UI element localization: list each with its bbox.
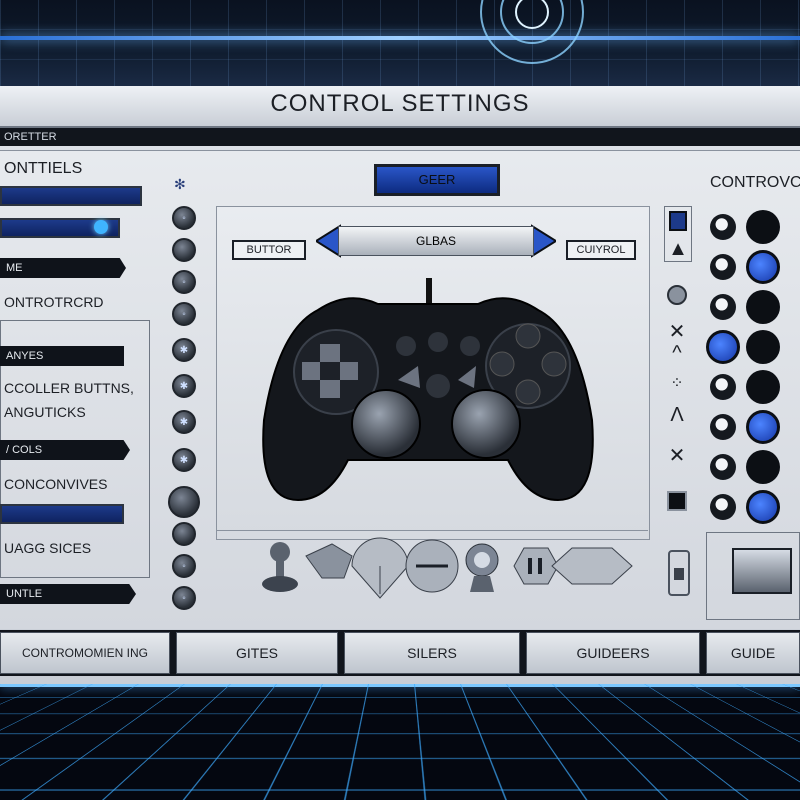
tab-silers[interactable]: SILERS bbox=[344, 632, 520, 674]
chevron-left-icon bbox=[316, 226, 340, 256]
menu-tag-anyes[interactable]: ANYES bbox=[0, 346, 124, 366]
layout-selector[interactable]: GLBAS bbox=[338, 226, 534, 256]
circle-button-3[interactable]: ◦ bbox=[172, 270, 196, 294]
divider bbox=[216, 530, 648, 531]
header-strip-label: ORETTER bbox=[4, 131, 57, 143]
left-slider-3[interactable] bbox=[0, 504, 124, 524]
left-line-3: ANGUTICKS bbox=[4, 404, 86, 420]
banner-glow-line bbox=[0, 36, 800, 40]
trigger-icon bbox=[306, 544, 352, 578]
chip-control-right[interactable]: CUIYROL bbox=[566, 240, 636, 260]
stop-icon[interactable] bbox=[664, 488, 690, 514]
tab-gites[interactable]: GITES bbox=[176, 632, 338, 674]
tab-controls-main[interactable]: CONTROMOMIEN ING bbox=[0, 632, 170, 674]
left-line-4: CONCONVIVES bbox=[4, 476, 107, 492]
option-button-2[interactable] bbox=[746, 250, 780, 284]
menu-tag-untle[interactable]: UNTLE bbox=[0, 584, 136, 604]
option-button-6[interactable] bbox=[746, 410, 780, 444]
header-strip bbox=[0, 128, 800, 146]
chip-button-left[interactable]: BUTTOR bbox=[232, 240, 306, 260]
circle-icon[interactable] bbox=[664, 282, 690, 308]
circle-button-1[interactable]: ◦ bbox=[172, 206, 196, 230]
stick-preview-icon bbox=[732, 548, 792, 594]
sensor-icon bbox=[466, 544, 498, 592]
page-title: CONTROL SETTINGS bbox=[0, 90, 800, 118]
option-button-4[interactable] bbox=[746, 330, 780, 364]
triangle-icon[interactable]: ▲ bbox=[665, 236, 691, 262]
circle-button-9[interactable] bbox=[168, 486, 200, 518]
toggle-dot-1[interactable] bbox=[710, 214, 736, 240]
option-button-3[interactable] bbox=[746, 290, 780, 324]
left-line-5: UAGG SICES bbox=[4, 540, 91, 556]
option-button-8[interactable] bbox=[746, 490, 780, 524]
circle-button-6[interactable]: ✱ bbox=[172, 374, 196, 398]
banner-grid bbox=[0, 0, 800, 86]
circle-button-11[interactable]: ◦ bbox=[172, 554, 196, 578]
circle-button-2[interactable] bbox=[172, 238, 196, 262]
left-slider-1[interactable] bbox=[0, 186, 142, 206]
left-line-1: ONTROTRCRD bbox=[4, 294, 104, 310]
orb-icon bbox=[430, 0, 630, 86]
toggle-dot-3[interactable] bbox=[710, 294, 736, 320]
circle-button-5[interactable]: ✱ bbox=[172, 338, 196, 362]
caret-icon[interactable]: Λ bbox=[664, 402, 690, 428]
gear-button[interactable]: GEER bbox=[374, 164, 500, 196]
circle-button-7[interactable]: ✱ bbox=[172, 410, 196, 434]
menu-tag-me[interactable]: ME bbox=[0, 258, 126, 278]
circle-button-8[interactable]: ✱ bbox=[172, 448, 196, 472]
gamepad-icon bbox=[258, 270, 598, 510]
component-icons bbox=[252, 536, 642, 606]
lens-icon bbox=[552, 548, 632, 584]
toggle-dot-5[interactable] bbox=[710, 374, 736, 400]
floor-grid bbox=[0, 684, 800, 800]
half-dial-icon bbox=[352, 538, 408, 598]
toggle-dot-8[interactable] bbox=[710, 494, 736, 520]
toggle-dot-2[interactable] bbox=[710, 254, 736, 280]
toggle-switch[interactable] bbox=[668, 550, 690, 596]
chevron-right-icon bbox=[532, 226, 556, 256]
slider-knob[interactable] bbox=[94, 220, 108, 234]
option-button-4a[interactable] bbox=[706, 330, 740, 364]
dots-icon[interactable]: ⁘ bbox=[664, 370, 690, 396]
toggle-dot-7[interactable] bbox=[710, 454, 736, 480]
circle-button-4[interactable]: ◦ bbox=[172, 302, 196, 326]
cross-icon-2[interactable]: ✕ bbox=[664, 442, 690, 468]
option-button-5[interactable] bbox=[746, 370, 780, 404]
tab-guideers[interactable]: GUIDEERS bbox=[526, 632, 700, 674]
right-heading: CONTROVC bbox=[710, 174, 800, 192]
chevron-up-icon[interactable]: ^ bbox=[664, 340, 690, 366]
option-button-1[interactable] bbox=[746, 210, 780, 244]
bumper-icon bbox=[406, 540, 458, 592]
left-line-2: CCOLLER BUTTNS, bbox=[4, 380, 134, 396]
square-icon[interactable] bbox=[665, 208, 691, 234]
tab-guide[interactable]: GUIDE bbox=[706, 632, 800, 674]
option-button-7[interactable] bbox=[746, 450, 780, 484]
circle-button-10[interactable] bbox=[172, 522, 196, 546]
snowflake-icon: ✻ bbox=[174, 176, 186, 193]
top-banner bbox=[0, 0, 800, 86]
menu-tag-cols[interactable]: / COLS bbox=[0, 440, 130, 460]
toggle-dot-6[interactable] bbox=[710, 414, 736, 440]
left-heading: ONTTIELS bbox=[4, 160, 82, 178]
joystick-icon bbox=[262, 542, 298, 592]
circle-button-12[interactable]: ◦ bbox=[172, 586, 196, 610]
